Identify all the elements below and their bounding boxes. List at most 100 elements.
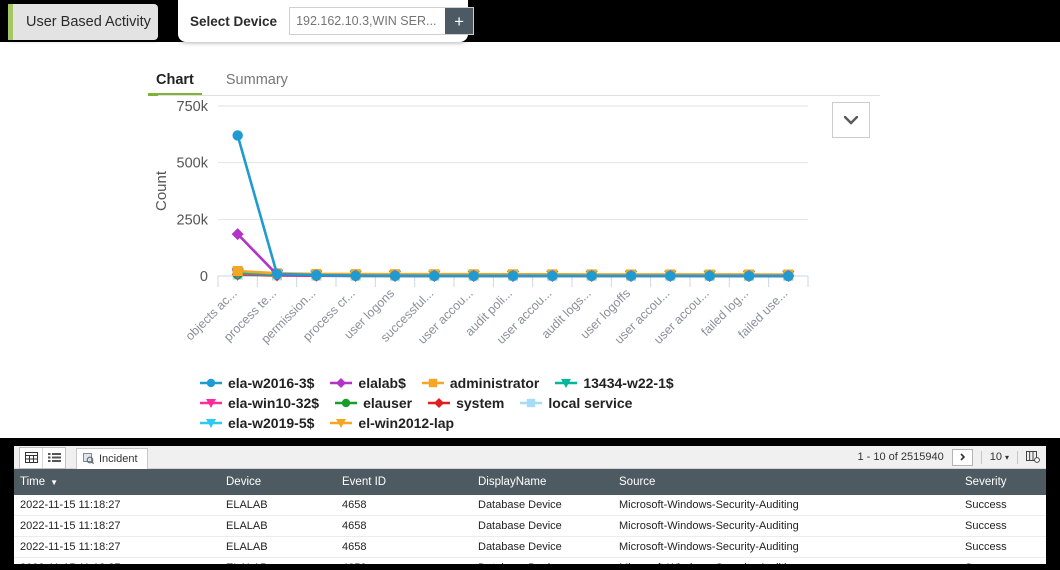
pager-divider xyxy=(980,450,982,464)
chevron-down-icon: ▾ xyxy=(1004,452,1009,462)
legend-marker-icon xyxy=(330,377,353,388)
select-device-label: Select Device xyxy=(190,13,278,29)
column-header-source[interactable]: Source xyxy=(613,469,959,495)
cell-severity: Success xyxy=(959,495,1046,516)
legend-item-13434-w22-1-[interactable]: 13434-w22-1$ xyxy=(555,374,674,391)
device-selector-panel: Select Device + xyxy=(178,0,475,42)
legend-item-ela-w2019-5-[interactable]: ela-w2019-5$ xyxy=(200,415,314,431)
table-view-button[interactable] xyxy=(20,447,43,468)
column-header-severity[interactable]: Severity xyxy=(959,469,1046,495)
device-input-group: + xyxy=(289,7,475,35)
data-point xyxy=(350,270,361,281)
add-device-button[interactable]: + xyxy=(445,8,474,34)
column-header-event-id[interactable]: Event ID xyxy=(336,469,472,495)
data-point xyxy=(311,269,322,281)
events-table: Time ▼ Device Event ID DisplayName Source… xyxy=(14,469,1046,564)
cell-event-id: 4658 xyxy=(336,557,472,564)
legend-item-elauser[interactable]: elauser xyxy=(335,395,412,411)
table-header-row: Time ▼ Device Event ID DisplayName Source… xyxy=(14,469,1046,495)
cell-display-name: Database Device xyxy=(472,557,613,564)
data-point xyxy=(429,270,440,281)
data-point xyxy=(665,270,676,282)
page-size-value: 10 xyxy=(989,451,1002,463)
cell-time: 2022-11-15 11:18:27 xyxy=(14,557,220,564)
page-size-select[interactable]: 10 ▾ xyxy=(990,451,1009,463)
table-view-icon xyxy=(24,452,38,463)
y-tick-label: 500k xyxy=(177,156,209,172)
data-point xyxy=(743,270,755,282)
legend-item-administrator[interactable]: administrator xyxy=(421,374,540,391)
line-chart: 0 250k 500k 750k Count objects ac... process t… xyxy=(140,96,880,366)
legend-item-local-service[interactable]: local service xyxy=(520,395,632,411)
legend-marker-icon xyxy=(200,378,222,387)
legend-label: local service xyxy=(548,394,633,411)
sort-desc-icon: ▼ xyxy=(50,478,59,487)
column-header-display-name[interactable]: DisplayName xyxy=(472,469,613,495)
cell-source: Microsoft-Windows-Security-Auditing xyxy=(613,495,959,516)
y-axis-label: Count xyxy=(153,170,170,211)
series-0 xyxy=(232,130,794,282)
chart-canvas: 0250k500k750kCountobjects ac...process t… xyxy=(153,99,809,347)
cell-device: ELALAB xyxy=(220,495,336,516)
grid-toolbar: Incident 1 - 10 of 2515940 10 ▾ xyxy=(14,446,1046,469)
legend-item-ela-win10-32-[interactable]: ela-win10-32$ xyxy=(200,395,319,411)
table-body: 2022-11-15 11:18:27 ELALAB 4658 Database De… xyxy=(14,495,1046,564)
legend-label: el-win2012-lap xyxy=(358,414,455,431)
legend-item-system[interactable]: system xyxy=(428,395,504,411)
legend-marker-icon xyxy=(200,398,222,408)
grid-pager: 1 - 10 of 2515940 10 ▾ xyxy=(857,446,1040,468)
view-mode-group xyxy=(19,446,66,469)
legend-label: 13434-w22-1$ xyxy=(583,374,674,391)
column-header-time[interactable]: Time ▼ xyxy=(14,469,220,495)
legend-row: ela-w2019-5$ el-win2012-lap xyxy=(200,413,840,432)
tab-chart[interactable]: Chart xyxy=(140,72,210,96)
data-point xyxy=(389,270,401,281)
cell-severity: Success xyxy=(959,515,1046,537)
page-title-tab[interactable]: User Based Activity xyxy=(8,4,158,40)
cell-event-id: 4658 xyxy=(336,536,472,558)
legend-item-ela-w2016-3-[interactable]: ela-w2016-3$ xyxy=(200,375,314,391)
legend-marker-icon xyxy=(520,398,543,407)
cell-severity: Success xyxy=(959,557,1046,564)
data-point xyxy=(547,270,558,282)
y-tick-label: 750k xyxy=(177,99,209,115)
grid-tab-label: Incident xyxy=(99,452,138,465)
column-settings-button[interactable] xyxy=(1026,451,1040,463)
app-root: User Based Activity Select Device + Char… xyxy=(0,0,1060,570)
column-header-device[interactable]: Device xyxy=(220,469,336,495)
table-row[interactable]: 2022-11-15 11:18:27ELALAB4658Database De… xyxy=(14,536,1046,558)
cell-device: ELALAB xyxy=(220,515,336,537)
cell-device: ELALAB xyxy=(220,536,336,558)
data-point xyxy=(625,270,637,282)
table-row[interactable]: 2022-11-15 11:18:27ELALAB4658Database De… xyxy=(14,557,1046,564)
table-row[interactable]: 2022-11-15 11:18:27ELALAB4658Database De… xyxy=(14,515,1046,537)
legend-row: ela-win10-32$ elauser system local service xyxy=(200,393,840,412)
cell-time: 2022-11-15 11:18:27 xyxy=(14,536,220,558)
tab-summary[interactable]: Summary xyxy=(210,72,304,96)
data-point xyxy=(586,270,597,282)
legend-item-el-win2012-lap[interactable]: el-win2012-lap xyxy=(330,415,454,431)
data-point xyxy=(232,266,243,277)
list-view-button[interactable] xyxy=(43,448,65,468)
cell-display-name: Database Device xyxy=(472,495,613,516)
legend-item-elalab-[interactable]: elalab$ xyxy=(330,375,406,391)
table-row[interactable]: 2022-11-15 11:18:27ELALAB4658Database De… xyxy=(14,495,1046,516)
legend-marker-icon xyxy=(421,378,444,387)
legend-label: administrator xyxy=(449,374,540,391)
cell-event-id: 4658 xyxy=(336,495,472,516)
cell-display-name: Database Device xyxy=(472,536,613,558)
grid-tab-incident[interactable]: Incident xyxy=(76,447,148,469)
cell-source: Microsoft-Windows-Security-Auditing xyxy=(613,557,959,564)
legend-label: ela-w2019-5$ xyxy=(228,414,315,431)
cell-time: 2022-11-15 11:18:27 xyxy=(14,495,220,516)
pager-next-button[interactable] xyxy=(951,448,973,466)
data-point xyxy=(271,268,283,280)
series-line xyxy=(236,135,789,278)
page-title: User Based Activity xyxy=(26,14,151,30)
cell-source: Microsoft-Windows-Security-Auditing xyxy=(613,536,959,558)
chart-legend: ela-w2016-3$ elalab$ administrator 13434-w2… xyxy=(200,373,840,433)
chart-tabs: Chart Summary xyxy=(140,60,880,96)
panel-background-left xyxy=(0,42,140,438)
data-point xyxy=(232,130,243,141)
device-input[interactable] xyxy=(290,8,446,34)
